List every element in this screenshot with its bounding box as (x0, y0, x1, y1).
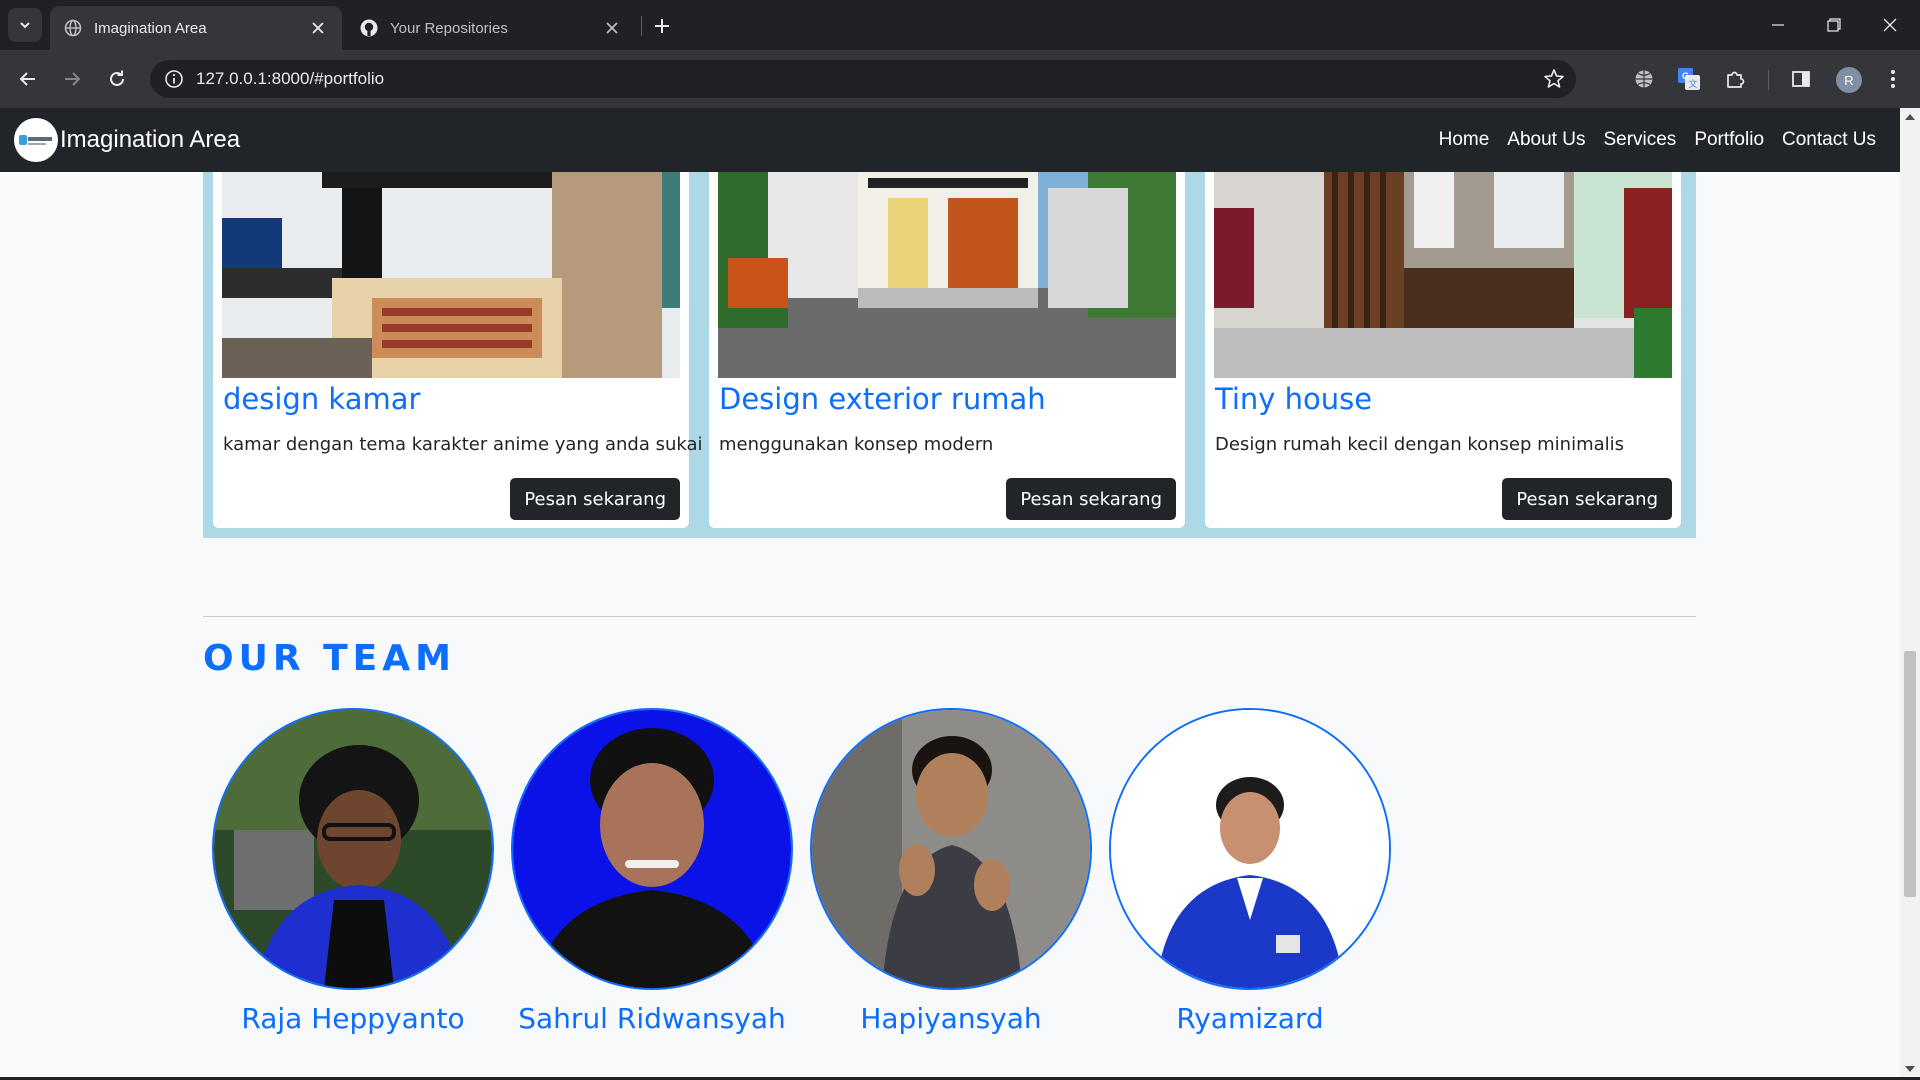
translate-extension-button[interactable] (1628, 63, 1660, 95)
reload-icon (110, 70, 124, 86)
order-now-button[interactable]: Pesan sekarang (1006, 478, 1176, 520)
card-description: Design rumah kecil dengan konsep minimal… (1215, 434, 1625, 455)
address-bar[interactable]: 127.0.0.1:8000/#portfolio (150, 60, 1576, 98)
plus-icon (655, 19, 669, 33)
card-title: Design exterior rumah (719, 382, 1046, 416)
navbar-brand[interactable]: Imagination Area (14, 118, 240, 162)
minimize-icon (1772, 24, 1784, 26)
page-viewport: Imagination Area Home About Us Services … (0, 108, 1900, 1078)
member-name: Ryamizard (1176, 1002, 1324, 1035)
nav-link-about-us[interactable]: About Us (1507, 129, 1585, 151)
new-tab-button[interactable] (648, 12, 676, 40)
chevron-down-icon (20, 22, 30, 29)
brand-logo (14, 118, 58, 162)
url-text: 127.0.0.1:8000/#portfolio (196, 69, 385, 88)
tab-search-button[interactable] (8, 8, 42, 42)
github-icon (360, 19, 378, 37)
member-photo (810, 708, 1092, 990)
scrollbar-thumb[interactable] (1904, 651, 1916, 897)
card-title: Tiny house (1215, 382, 1373, 416)
tab-separator (641, 16, 642, 36)
member-photo (511, 708, 793, 990)
puzzle-icon (1727, 71, 1745, 88)
close-icon[interactable] (308, 18, 328, 38)
member-photo (1109, 708, 1391, 990)
page-scrollbar[interactable] (1900, 108, 1920, 1078)
close-window-button[interactable] (1862, 0, 1918, 50)
side-panel-button[interactable] (1785, 63, 1817, 95)
restore-button[interactable] (1806, 0, 1862, 50)
member-name: Sahrul Ridwansyah (518, 1002, 786, 1035)
arrow-left-icon (19, 72, 35, 86)
back-button[interactable] (12, 63, 44, 95)
browser-menu-button[interactable] (1877, 63, 1909, 95)
tab-imagination-area[interactable]: Imagination Area (50, 6, 342, 50)
team-heading: OUR TEAM (203, 638, 456, 679)
portfolio-section: design kamar kamar dengan tema karakter … (203, 108, 1696, 538)
scroll-down-icon[interactable] (1905, 1066, 1915, 1072)
order-now-button[interactable]: Pesan sekarang (1502, 478, 1672, 520)
member-photo (212, 708, 494, 990)
bookmark-star-icon[interactable] (1542, 67, 1566, 91)
svg-text:文: 文 (1688, 78, 1697, 89)
card-title: design kamar (223, 382, 421, 416)
close-icon[interactable] (602, 18, 622, 38)
browser-toolbar: 127.0.0.1:8000/#portfolio G文 (0, 50, 1920, 108)
card-description: kamar dengan tema karakter anime yang an… (223, 434, 703, 455)
site-info-icon[interactable] (162, 67, 186, 91)
globe-icon (1635, 70, 1653, 88)
extensions-button[interactable] (1719, 63, 1751, 95)
side-panel-icon (1792, 71, 1810, 87)
nav-link-home[interactable]: Home (1439, 129, 1490, 151)
close-icon (1883, 18, 1897, 32)
arrow-right-icon (65, 72, 81, 86)
browser-tab-bar: Imagination Area Your Repositories (0, 0, 1920, 50)
member-name: Raja Heppyanto (241, 1002, 465, 1035)
nav-link-portfolio[interactable]: Portfolio (1694, 129, 1764, 151)
tab-title: Your Repositories (390, 19, 508, 37)
nav-links: Home About Us Services Portfolio Contact… (1421, 108, 1876, 172)
nav-link-services[interactable]: Services (1603, 129, 1676, 151)
order-now-button[interactable]: Pesan sekarang (510, 478, 680, 520)
brand-name: Imagination Area (60, 126, 241, 153)
nav-link-contact-us[interactable]: Contact Us (1782, 129, 1876, 151)
reload-button[interactable] (101, 63, 133, 95)
profile-avatar[interactable]: R (1836, 67, 1862, 93)
minimize-button[interactable] (1750, 0, 1806, 50)
toolbar-divider (1768, 70, 1769, 90)
tab-title: Imagination Area (94, 19, 207, 37)
restore-icon (1827, 18, 1841, 32)
section-divider (203, 616, 1696, 617)
kebab-menu-icon (1891, 70, 1895, 88)
member-name: Hapiyansyah (860, 1002, 1042, 1035)
tab-your-repositories[interactable]: Your Repositories (346, 6, 636, 50)
globe-icon (64, 19, 82, 37)
scroll-up-icon[interactable] (1905, 114, 1915, 120)
site-navbar: Imagination Area Home About Us Services … (0, 108, 1900, 172)
card-description: menggunakan konsep modern (719, 434, 994, 455)
forward-button[interactable] (56, 63, 88, 95)
google-translate-button[interactable]: G文 (1673, 63, 1705, 95)
google-translate-icon: G文 (1678, 68, 1700, 90)
